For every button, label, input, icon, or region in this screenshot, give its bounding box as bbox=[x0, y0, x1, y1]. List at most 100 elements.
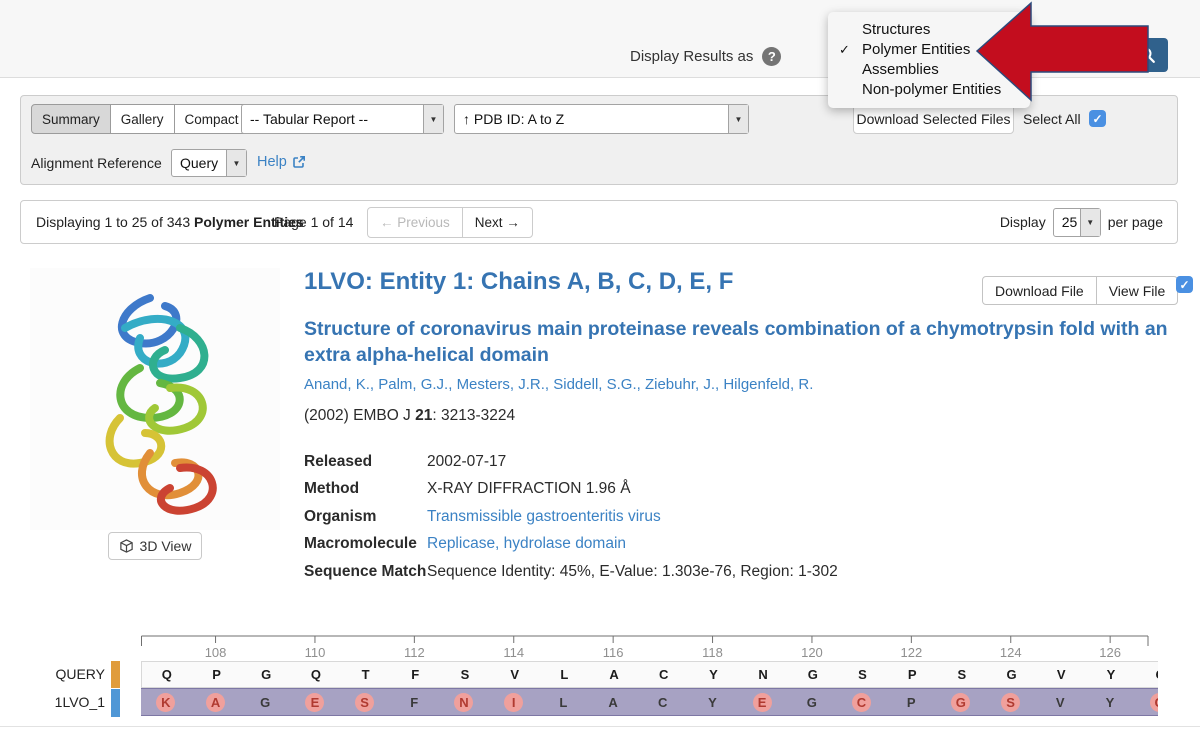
svg-text:114: 114 bbox=[503, 645, 524, 660]
residue: I bbox=[489, 689, 539, 715]
view-3d-button[interactable]: 3D View bbox=[108, 532, 202, 560]
meta-label: Sequence Match bbox=[304, 563, 427, 581]
display-results-label: Display Results as bbox=[630, 48, 753, 65]
per-page-select[interactable]: 25 ▼ bbox=[1053, 208, 1101, 237]
residue: Y bbox=[689, 662, 739, 687]
external-link-icon bbox=[292, 155, 306, 169]
residue: V bbox=[1035, 689, 1085, 715]
result-title[interactable]: 1LVO: Entity 1: Chains A, B, C, D, E, F bbox=[304, 268, 733, 296]
question-circle-icon[interactable]: ? bbox=[762, 47, 781, 66]
alignment-label-0: QUERY bbox=[40, 661, 105, 688]
residue: Y bbox=[1085, 689, 1135, 715]
mismatch-residue: G bbox=[951, 693, 970, 712]
residue: Y bbox=[1086, 662, 1136, 687]
select-arrow-icon: ▼ bbox=[1080, 209, 1100, 236]
svg-text:108: 108 bbox=[205, 645, 227, 660]
menu-item-label: Polymer Entities bbox=[862, 41, 970, 58]
residue: P bbox=[887, 662, 937, 687]
mismatch-residue: G bbox=[1150, 693, 1158, 712]
residue: S bbox=[440, 662, 490, 687]
residue: S bbox=[838, 662, 888, 687]
per-page-label: per page bbox=[1108, 214, 1163, 230]
svg-text:110: 110 bbox=[305, 645, 326, 660]
results-toolbar: SummaryGalleryCompact -- Tabular Report … bbox=[20, 95, 1178, 185]
mismatch-residue: S bbox=[355, 693, 374, 712]
svg-text:116: 116 bbox=[603, 645, 624, 660]
download-selected-button[interactable]: Download Selected Files bbox=[853, 104, 1014, 134]
sequence-row-1LVO_1: KAGESFNILACYEGCPGSVYG bbox=[141, 688, 1158, 716]
menu-item-assemblies[interactable]: Assemblies bbox=[828, 60, 1030, 80]
meta-row: OrganismTransmissible gastroenteritis vi… bbox=[304, 503, 838, 531]
select-all-label: Select All bbox=[1023, 111, 1081, 127]
result-description[interactable]: Structure of coronavirus main proteinase… bbox=[304, 316, 1190, 368]
meta-value[interactable]: Replicase, hydrolase domain bbox=[427, 535, 626, 553]
residue: G bbox=[240, 689, 290, 715]
svg-text:112: 112 bbox=[404, 645, 425, 660]
citation: (2002) EMBO J 21: 3213-3224 bbox=[304, 407, 515, 425]
mismatch-residue: I bbox=[504, 693, 523, 712]
previous-button[interactable]: ← Previous bbox=[367, 207, 463, 238]
meta-value[interactable]: Transmissible gastroenteritis virus bbox=[427, 508, 661, 526]
view-file-button[interactable]: View File bbox=[1096, 276, 1179, 305]
residue: V bbox=[1036, 662, 1086, 687]
residue: E bbox=[290, 689, 340, 715]
pagination-bar: Displaying 1 to 25 of 343 Polymer Entiti… bbox=[20, 200, 1178, 244]
residue: G bbox=[788, 662, 838, 687]
results-menu: Structures✓Polymer EntitiesAssembliesNon… bbox=[828, 12, 1030, 108]
tabular-report-value: -- Tabular Report -- bbox=[242, 111, 423, 127]
download-file-button[interactable]: Download File bbox=[982, 276, 1097, 305]
citation-journal: (2002) EMBO J bbox=[304, 407, 415, 424]
residue: Q bbox=[142, 662, 192, 687]
alignment-rows: QPGQTFSVLACYNGSPSGVYQKAGESFNILACYEGCPGSV… bbox=[141, 661, 1158, 716]
meta-label: Released bbox=[304, 453, 427, 471]
search-button[interactable] bbox=[1126, 38, 1168, 72]
pager: ← Previous Next → bbox=[367, 207, 533, 238]
meta-label: Method bbox=[304, 480, 427, 498]
residue: F bbox=[389, 689, 439, 715]
meta-row: MacromoleculeReplicase, hydrolase domain bbox=[304, 531, 838, 559]
residue: S bbox=[986, 689, 1036, 715]
svg-text:126: 126 bbox=[1099, 645, 1121, 660]
ribbon-diagram bbox=[30, 268, 280, 530]
view-tabs: SummaryGalleryCompact bbox=[31, 104, 250, 134]
menu-item-polymer-entities[interactable]: ✓Polymer Entities bbox=[828, 40, 1030, 60]
select-arrow-icon: ▼ bbox=[226, 150, 246, 176]
protein-structure-image[interactable] bbox=[30, 268, 280, 530]
help-link[interactable]: Help bbox=[257, 154, 306, 170]
menu-item-non-polymer-entities[interactable]: Non-polymer Entities bbox=[828, 80, 1030, 100]
meta-value: X-RAY DIFFRACTION 1.96 Å bbox=[427, 480, 631, 498]
help-label: Help bbox=[257, 154, 287, 170]
tabular-report-select[interactable]: -- Tabular Report -- ▼ bbox=[241, 104, 444, 134]
alignment-ruler: 108110112114116118120122124126 bbox=[141, 635, 1158, 661]
tab-compact[interactable]: Compact bbox=[175, 104, 250, 134]
query-color-bar bbox=[111, 661, 120, 688]
next-button[interactable]: Next → bbox=[462, 207, 533, 238]
page-info: Page 1 of 14 bbox=[274, 201, 353, 243]
residue: T bbox=[341, 662, 391, 687]
residue: C bbox=[837, 689, 887, 715]
tab-gallery[interactable]: Gallery bbox=[111, 104, 175, 134]
page: Display Results as ? Structures✓Polymer … bbox=[0, 0, 1200, 729]
select-all-checkbox[interactable] bbox=[1089, 110, 1106, 127]
menu-item-structures[interactable]: Structures bbox=[828, 20, 1030, 40]
residue: Q bbox=[1136, 662, 1158, 687]
residue: G bbox=[1135, 689, 1158, 715]
search-icon bbox=[1137, 45, 1157, 65]
residue: Y bbox=[688, 689, 738, 715]
residue: G bbox=[936, 689, 986, 715]
section-divider bbox=[0, 726, 1200, 727]
authors[interactable]: Anand, K., Palm, G.J., Mesters, J.R., Si… bbox=[304, 376, 813, 393]
view-3d-label: 3D View bbox=[140, 538, 192, 554]
residue: E bbox=[737, 689, 787, 715]
mismatch-residue: E bbox=[753, 693, 772, 712]
sequence-row-QUERY: QPGQTFSVLACYNGSPSGVYQ bbox=[141, 661, 1158, 688]
residue: S bbox=[937, 662, 987, 687]
sort-select[interactable]: ↑ PDB ID: A to Z ▼ bbox=[454, 104, 749, 134]
meta-label: Organism bbox=[304, 508, 427, 526]
meta-value: 2002-07-17 bbox=[427, 453, 506, 471]
tab-summary[interactable]: Summary bbox=[31, 104, 111, 134]
result-checkbox[interactable] bbox=[1176, 276, 1193, 293]
select-arrow-icon: ▼ bbox=[423, 105, 443, 133]
svg-text:118: 118 bbox=[702, 645, 723, 660]
alignment-reference-select[interactable]: Query ▼ bbox=[171, 149, 247, 177]
